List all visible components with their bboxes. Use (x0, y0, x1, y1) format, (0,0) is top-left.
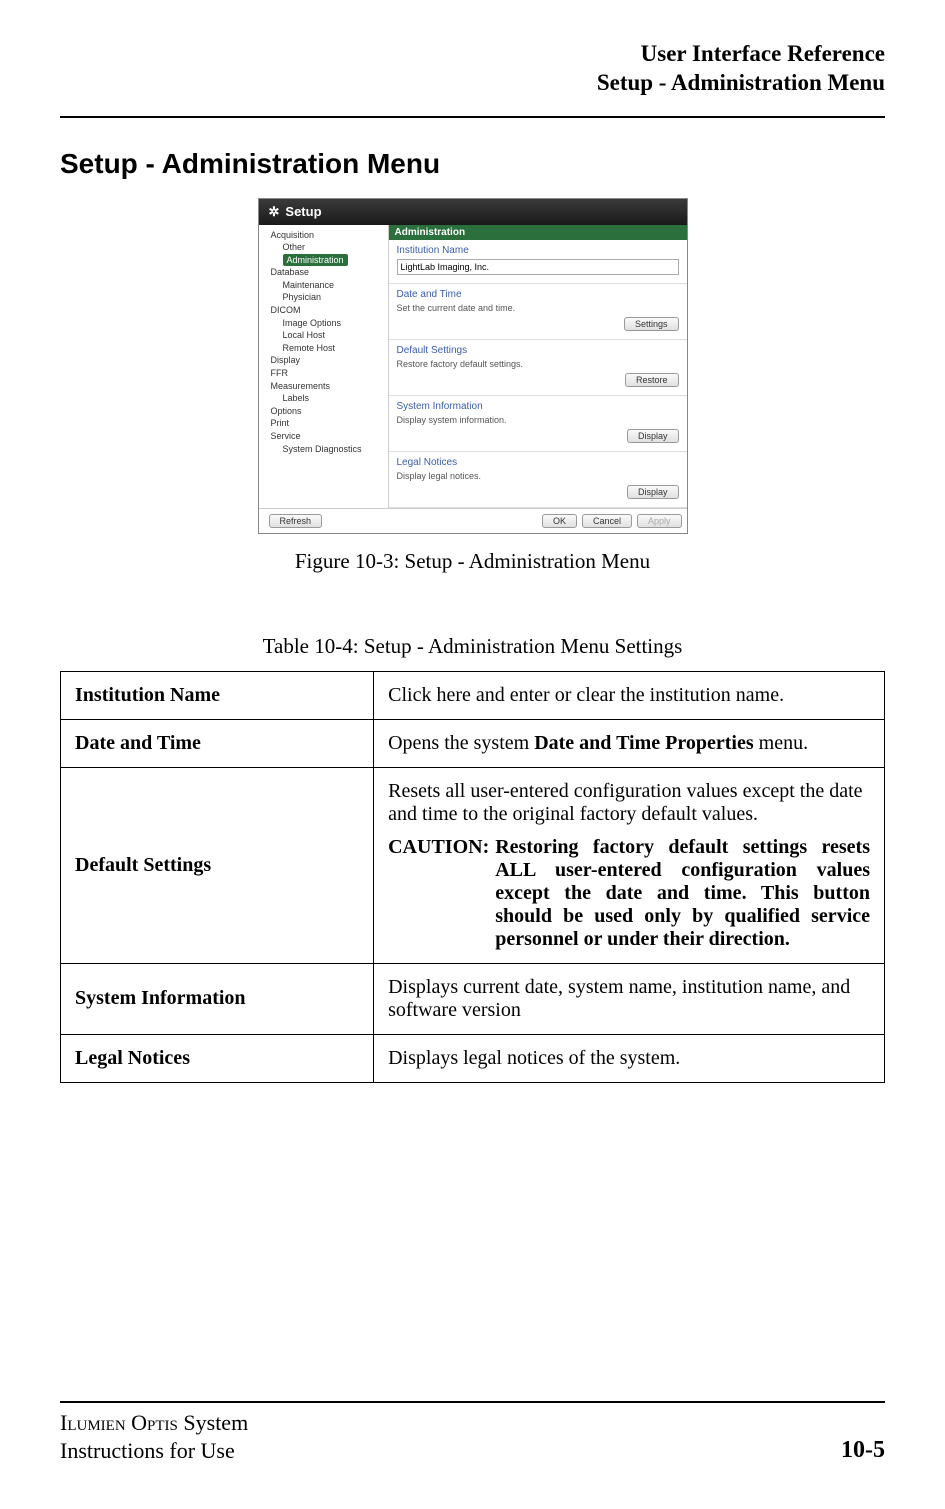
cell-datetime-val: Opens the system Date and Time Propertie… (374, 719, 885, 767)
table-caption: Table 10-4: Setup - Administration Menu … (60, 634, 885, 659)
header-line1: User Interface Reference (60, 40, 885, 69)
institution-input[interactable] (397, 259, 679, 275)
cell-default-val: Resets all user-entered configuration va… (374, 767, 885, 963)
legal-section: Legal Notices Display legal notices. Dis… (389, 452, 687, 508)
legal-label: Legal Notices (397, 457, 679, 468)
refresh-button[interactable]: Refresh (269, 514, 323, 528)
setup-footer: Refresh OK Cancel Apply (259, 508, 687, 533)
settings-table: Institution Name Click here and enter or… (60, 671, 885, 1083)
cell-default-key: Default Settings (61, 767, 374, 963)
tree-print[interactable]: Print (261, 417, 386, 430)
tree-labels[interactable]: Labels (261, 392, 386, 405)
page-number: 10-5 (841, 1437, 885, 1464)
tree-measurements[interactable]: Measurements (261, 380, 386, 393)
tree-service[interactable]: Service (261, 430, 386, 443)
tree-acquisition[interactable]: Acquisition (261, 229, 386, 242)
apply-button: Apply (637, 514, 682, 528)
tree-display[interactable]: Display (261, 354, 386, 367)
datetime-label: Date and Time (397, 289, 679, 300)
cell-sysinfo-key: System Information (61, 963, 374, 1034)
legal-display-button[interactable]: Display (627, 485, 679, 499)
tree-administration[interactable]: Administration (261, 254, 386, 267)
cell-legal-val: Displays legal notices of the system. (374, 1034, 885, 1082)
tree-remote-host[interactable]: Remote Host (261, 342, 386, 355)
institution-section: Institution Name (389, 240, 687, 284)
legal-desc: Display legal notices. (397, 471, 679, 481)
tree-system-diagnostics[interactable]: System Diagnostics (261, 443, 386, 456)
sysinfo-label: System Information (397, 401, 679, 412)
page-header: User Interface Reference Setup - Adminis… (60, 40, 885, 98)
page-footer: Ilumien Optis System Instructions for Us… (60, 1401, 885, 1464)
tree-physician[interactable]: Physician (261, 291, 386, 304)
window-title: Setup (285, 204, 321, 219)
panel-header: Administration (389, 225, 687, 240)
content-panel: Administration Institution Name Date and… (389, 225, 687, 508)
default-section: Default Settings Restore factory default… (389, 340, 687, 396)
tree-other[interactable]: Other (261, 241, 386, 254)
sysinfo-desc: Display system information. (397, 415, 679, 425)
tree-database[interactable]: Database (261, 266, 386, 279)
datetime-desc: Set the current date and time. (397, 303, 679, 313)
footer-left: Ilumien Optis System Instructions for Us… (60, 1409, 248, 1464)
datetime-section: Date and Time Set the current date and t… (389, 284, 687, 340)
tree-dicom[interactable]: DICOM (261, 304, 386, 317)
tree-options[interactable]: Options (261, 405, 386, 418)
cell-legal-key: Legal Notices (61, 1034, 374, 1082)
caution-text: Restoring factory default settings reset… (495, 836, 870, 951)
figure-caption: Figure 10-3: Setup - Administration Menu (60, 549, 885, 574)
cell-institution-key: Institution Name (61, 671, 374, 719)
table-row: Date and Time Opens the system Date and … (61, 719, 885, 767)
cell-sysinfo-val: Displays current date, system name, inst… (374, 963, 885, 1034)
sysinfo-section: System Information Display system inform… (389, 396, 687, 452)
sysinfo-display-button[interactable]: Display (627, 429, 679, 443)
tree-ffr[interactable]: FFR (261, 367, 386, 380)
cell-institution-val: Click here and enter or clear the instit… (374, 671, 885, 719)
tree-local-host[interactable]: Local Host (261, 329, 386, 342)
cell-datetime-key: Date and Time (61, 719, 374, 767)
header-line2: Setup - Administration Menu (60, 69, 885, 98)
tree-image-options[interactable]: Image Options (261, 317, 386, 330)
footer-rule (60, 1401, 885, 1403)
setup-titlebar: Setup (259, 199, 687, 225)
tree-panel: Acquisition Other Administration Databas… (259, 225, 389, 508)
ok-button[interactable]: OK (542, 514, 577, 528)
table-row: System Information Displays current date… (61, 963, 885, 1034)
setup-window: Setup Acquisition Other Administration D… (258, 198, 688, 534)
settings-button[interactable]: Settings (624, 317, 679, 331)
table-row: Default Settings Resets all user-entered… (61, 767, 885, 963)
tree-maintenance[interactable]: Maintenance (261, 279, 386, 292)
restore-button[interactable]: Restore (625, 373, 679, 387)
table-row: Institution Name Click here and enter or… (61, 671, 885, 719)
caution-label: CAUTION: (388, 836, 489, 951)
gear-icon (269, 204, 280, 220)
default-desc: Restore factory default settings. (397, 359, 679, 369)
section-title: Setup - Administration Menu (60, 148, 885, 180)
table-row: Legal Notices Displays legal notices of … (61, 1034, 885, 1082)
figure-container: Setup Acquisition Other Administration D… (60, 198, 885, 534)
cancel-button[interactable]: Cancel (582, 514, 632, 528)
institution-label: Institution Name (397, 245, 679, 256)
header-rule (60, 116, 885, 118)
default-label: Default Settings (397, 345, 679, 356)
